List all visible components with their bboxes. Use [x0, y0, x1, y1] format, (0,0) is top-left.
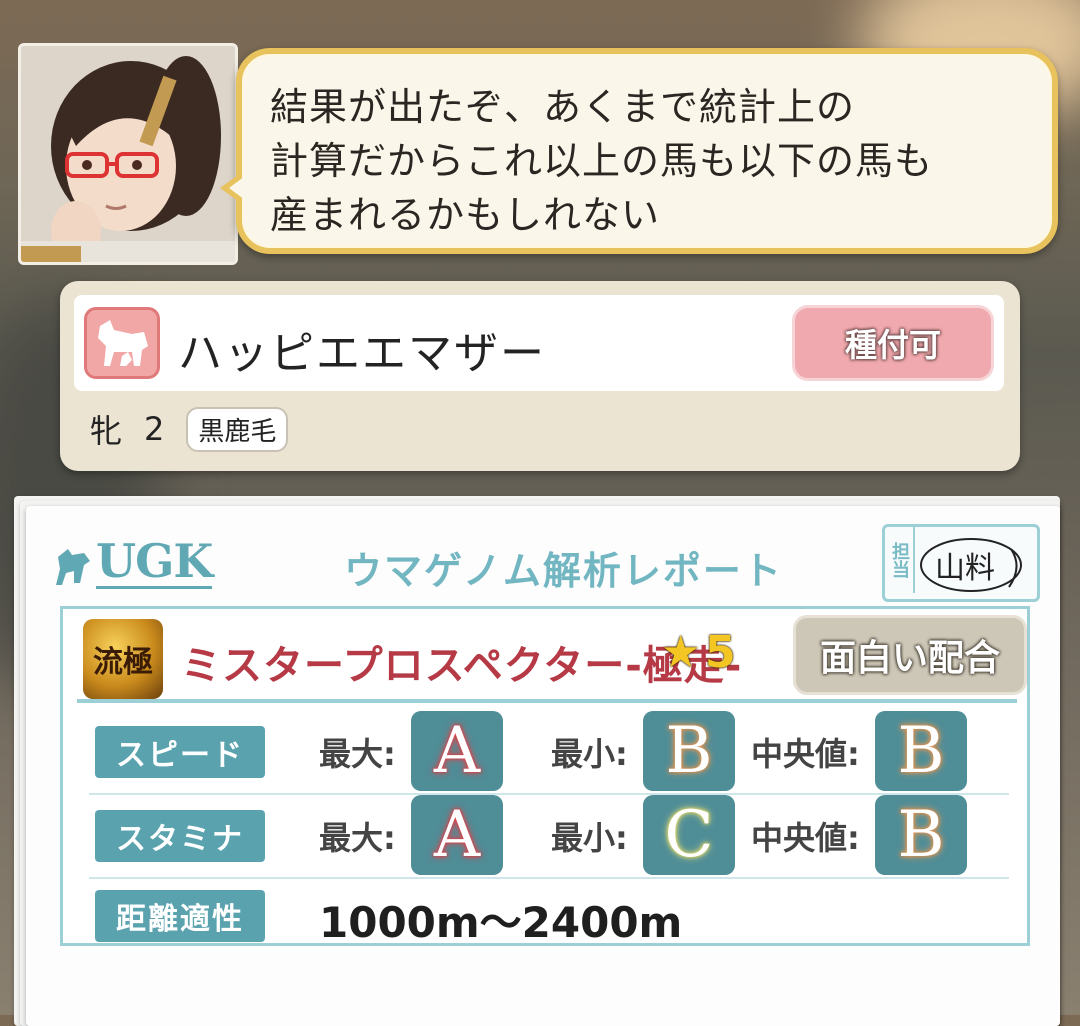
stamp-label: 担当 [885, 527, 915, 593]
stamina-max-grade: A [411, 795, 503, 875]
horse-card: ハッピエエマザー 種付可 牝 2 黒鹿毛 [60, 281, 1020, 471]
star-icon: ★ [661, 627, 701, 678]
dialog-text: 結果が出たぞ、あくまで統計上の 計算だからこれ以上の馬も以下の馬も 産まれるかも… [270, 85, 934, 237]
stamp-signature: 山料 [935, 551, 995, 586]
distance-value: 1000m〜2400m [319, 898, 683, 947]
report-title: ウマゲノム解析レポート [344, 549, 783, 593]
speed-min-label: 最小: [551, 735, 628, 773]
trainer-avatar-icon [21, 46, 235, 262]
distance-label: 距離適性 [95, 890, 265, 942]
horse-header: ハッピエエマザー 種付可 [74, 295, 1004, 391]
mare-icon [84, 307, 160, 379]
speech-bubble-tail-inner [229, 176, 245, 200]
stamina-median-grade: B [875, 795, 967, 875]
interesting-combination-button[interactable]: 面白い配合 [793, 615, 1027, 695]
speed-max-label: 最大: [319, 735, 396, 773]
sire-row: 流極 ミスタープロスペクター-極走- ★ 5 面白い配合 [77, 615, 1027, 703]
ugk-logo: UGK [54, 534, 213, 589]
speed-median-label: 中央値: [751, 735, 860, 773]
sire-name: ミスタープロスペクター-極走- [181, 643, 743, 689]
sire-rank: 5 [705, 627, 736, 678]
approver-stamp: 担当 山料 [882, 524, 1040, 602]
horse-sex: 牝 [90, 412, 123, 450]
stamina-min-grade: C [643, 795, 735, 875]
horse-logo-icon [56, 549, 90, 585]
horse-age: 2 [144, 410, 165, 448]
stamina-max-label: 最大: [319, 819, 396, 857]
trainer-portrait [18, 43, 238, 265]
ugk-logo-text: UGK [96, 534, 213, 589]
speed-min-grade: B [643, 711, 735, 791]
speed-median-grade: B [875, 711, 967, 791]
speed-row: スピード 最大: A 最小: B 中央値: B [89, 711, 1009, 791]
stamina-min-label: 最小: [551, 819, 628, 857]
genome-report: UGK ウマゲノム解析レポート 担当 山料 流極 ミスタープロスペクター-極走-… [26, 506, 1060, 1026]
distance-row: 距離適性 1000m〜2400m [89, 875, 1009, 955]
speed-label: スピード [95, 726, 265, 778]
horse-name: ハッピエエマザー [178, 328, 546, 379]
breeding-available-button[interactable]: 種付可 [792, 305, 994, 381]
speech-bubble: 結果が出たぞ、あくまで統計上の 計算だからこれ以上の馬も以下の馬も 産まれるかも… [220, 48, 1058, 254]
sire-rarity-icon: 流極 [83, 619, 163, 699]
analysis-box: 流極 ミスタープロスペクター-極走- ★ 5 面白い配合 スピード 最大: A … [60, 606, 1030, 947]
coat-color-badge: 黒鹿毛 [186, 406, 289, 452]
horse-info: 牝 2 黒鹿毛 [74, 405, 289, 453]
stamina-median-label: 中央値: [751, 819, 860, 857]
speed-max-grade: A [411, 711, 503, 791]
stamina-row: スタミナ 最大: A 最小: C 中央値: B [89, 795, 1009, 875]
stamina-label: スタミナ [95, 810, 265, 862]
